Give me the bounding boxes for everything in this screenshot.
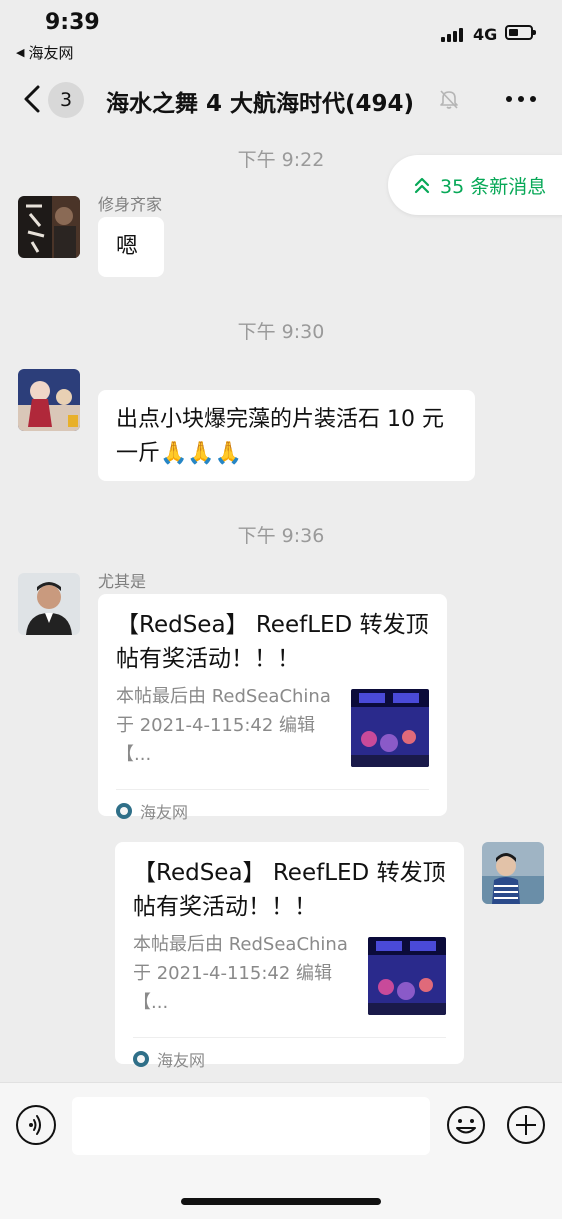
sender-name: 修身齐家 — [98, 195, 163, 214]
battery-icon — [505, 25, 536, 40]
link-card[interactable]: 【RedSea】 ReefLED 转发顶帖有奖活动！！！ 本帖最后由 RedSe… — [98, 594, 447, 822]
emoji-icon[interactable] — [446, 1105, 486, 1145]
double-chevron-up-icon — [414, 177, 430, 194]
bell-slash-icon — [440, 90, 458, 109]
signal-icon — [441, 28, 465, 42]
card-thumbnail — [368, 937, 446, 1015]
status-time: 9:39 — [45, 10, 100, 35]
new-messages-label: 35 条新消息 — [440, 175, 547, 198]
sender-name: 尤其是 — [98, 572, 147, 591]
card-title: 【RedSea】 ReefLED 转发顶帖有奖活动！！！ — [116, 612, 429, 672]
card-source: 海友网 — [157, 1051, 206, 1070]
back-to-app-link[interactable]: ◀ 海友网 — [16, 42, 73, 63]
message-bubble[interactable]: 嗯 — [98, 217, 164, 277]
chevron-left-icon[interactable] — [22, 84, 44, 114]
plus-icon[interactable] — [506, 1105, 546, 1145]
back-app-label: 海友网 — [28, 44, 74, 62]
card-description: 本帖最后由 RedSeaChina 于 2021-4-115:42 编辑【... — [133, 934, 348, 1013]
card-title: 【RedSea】 ReefLED 转发顶帖有奖活动！！！ — [133, 860, 446, 920]
network-type: 4G — [473, 25, 498, 44]
link-card[interactable]: 【RedSea】 ReefLED 转发顶帖有奖活动！！！ 本帖最后由 RedSe… — [115, 842, 464, 1070]
source-logo-icon — [133, 1051, 149, 1067]
avatar[interactable] — [18, 196, 80, 258]
voice-icon — [29, 1115, 41, 1135]
voice-button[interactable] — [16, 1105, 56, 1145]
avatar[interactable] — [18, 369, 80, 431]
message-input[interactable] — [72, 1097, 430, 1155]
source-logo-icon — [116, 803, 132, 819]
message-bubble[interactable]: 出点小块爆完藻的片装活石 10 元一斤🙏🙏🙏 — [98, 390, 475, 481]
time-divider: 下午 9:30 — [237, 321, 325, 343]
time-divider: 下午 9:22 — [237, 149, 325, 171]
avatar[interactable] — [18, 573, 80, 635]
unread-chats-badge[interactable]: 3 — [48, 82, 84, 118]
time-divider: 下午 9:36 — [237, 525, 325, 547]
card-source: 海友网 — [140, 803, 189, 822]
avatar-self[interactable] — [482, 842, 544, 904]
home-indicator[interactable] — [181, 1198, 381, 1205]
card-description: 本帖最后由 RedSeaChina 于 2021-4-115:42 编辑【... — [116, 686, 331, 765]
status-bar: 9:39 ◀ 海友网 4G — [0, 0, 562, 72]
card-thumbnail — [351, 689, 429, 767]
more-icon[interactable] — [506, 96, 536, 104]
chat-title: 海水之舞 4 大航海时代(494) — [106, 91, 415, 117]
back-triangle-icon: ◀ — [16, 46, 25, 59]
chat-header: 3 海水之舞 4 大航海时代(494) — [0, 72, 562, 130]
